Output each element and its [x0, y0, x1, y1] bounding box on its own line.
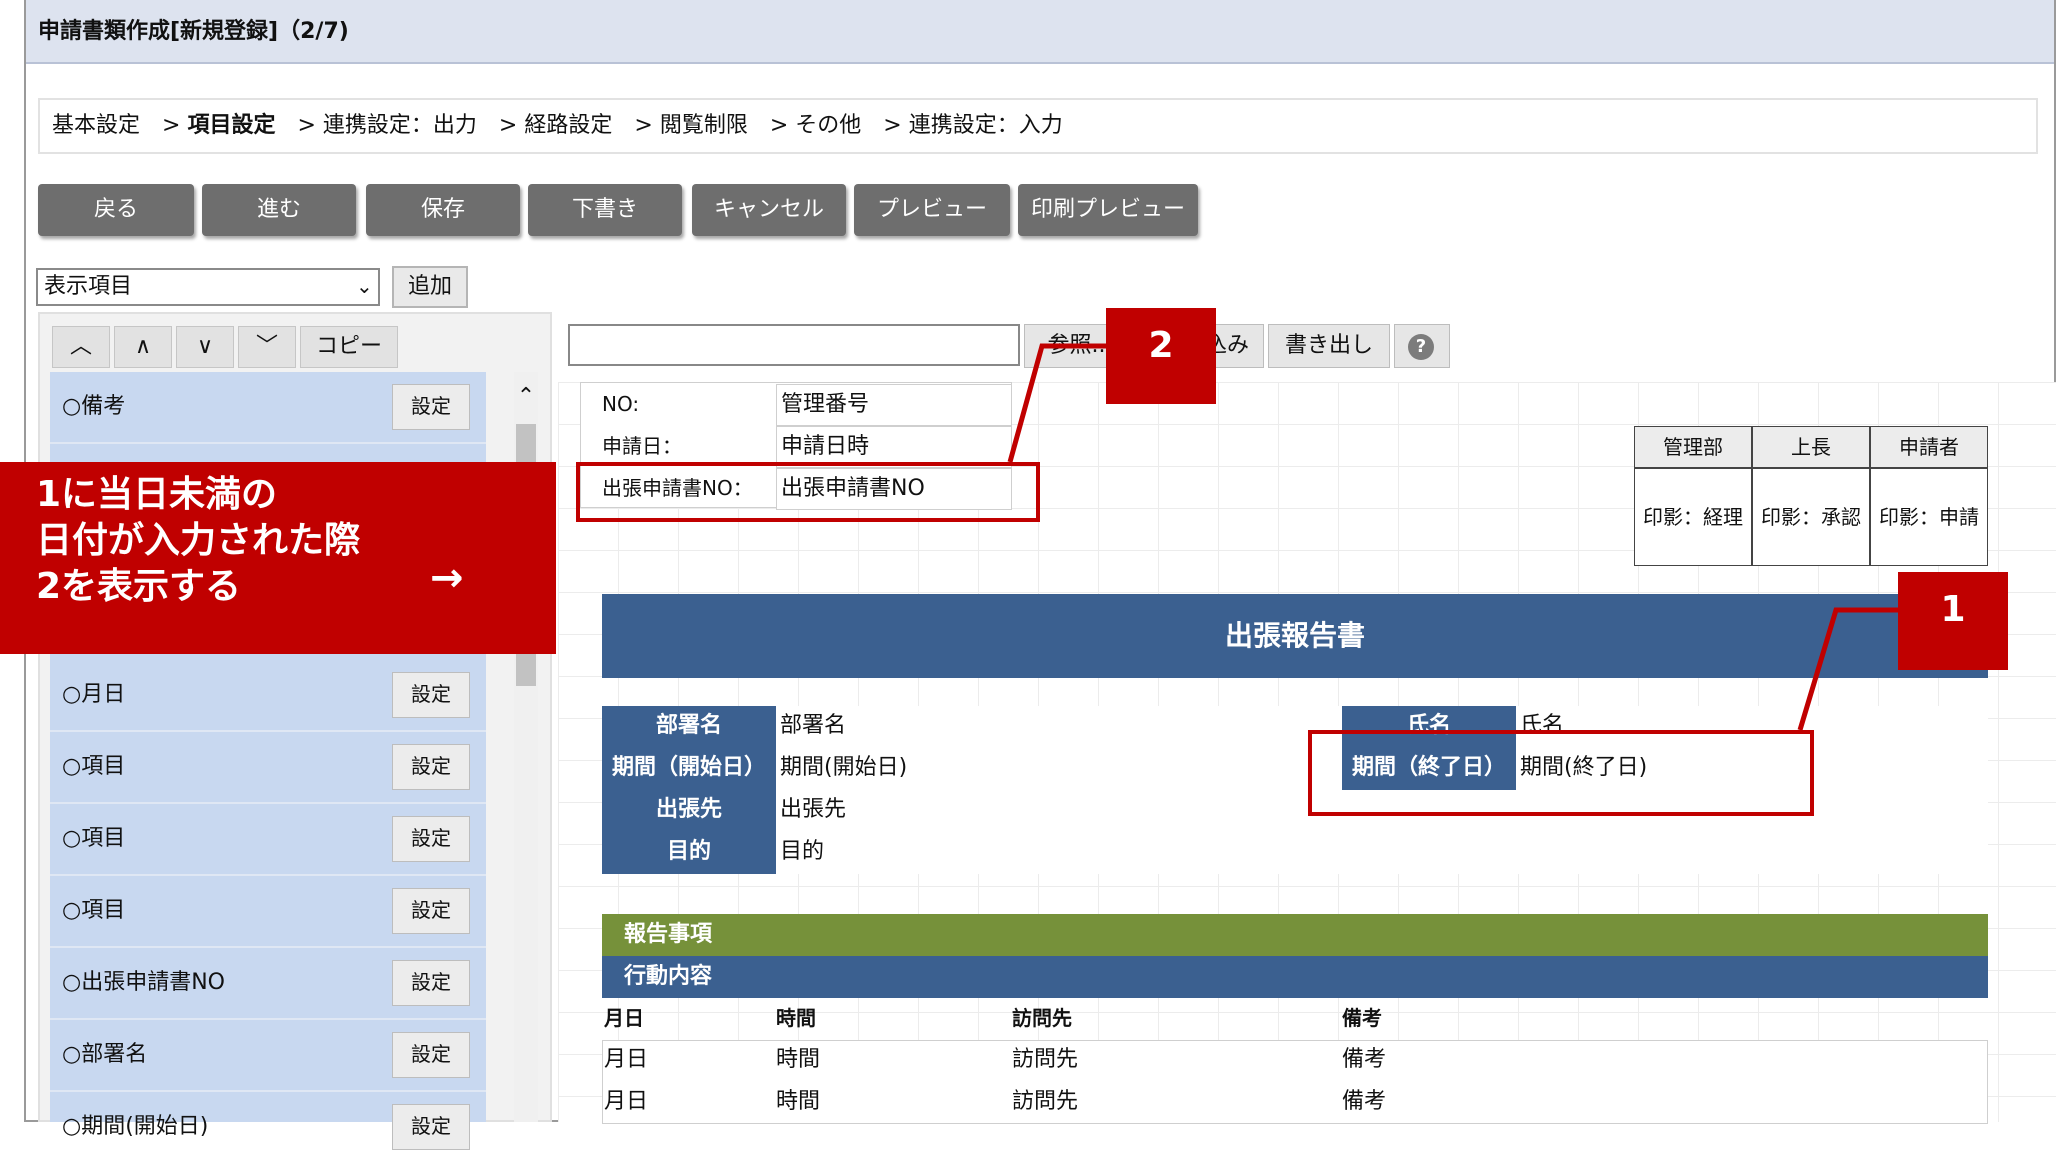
table-cell[interactable]: 時間 [776, 1040, 1012, 1082]
save-button[interactable]: 保存 [366, 184, 520, 236]
print-preview-button[interactable]: 印刷プレビュー [1018, 184, 1198, 236]
settings-button[interactable]: 設定 [392, 672, 470, 718]
breadcrumb-separator: > [297, 113, 316, 138]
breadcrumb-separator: > [769, 113, 789, 138]
list-item[interactable]: ○項目 設定 [50, 876, 486, 948]
cancel-button[interactable]: キャンセル [692, 184, 846, 236]
field-value-no[interactable]: 管理番号 [776, 384, 1012, 426]
table-cell[interactable]: 備考 [1342, 1040, 1988, 1082]
list-item-label: ○備考 [62, 394, 126, 419]
table-cell[interactable]: 時間 [776, 1082, 1012, 1124]
double-chevron-up-icon: ︿ [69, 334, 92, 359]
settings-button[interactable]: 設定 [392, 1032, 470, 1078]
list-item[interactable]: ○部署名 設定 [50, 1020, 486, 1092]
list-item-label: ○項目 [62, 898, 126, 923]
callout-line: 日付が入力された際 [36, 520, 361, 561]
settings-button[interactable]: 設定 [392, 888, 470, 934]
breadcrumb-step-access[interactable]: 閲覧制限 [660, 113, 748, 138]
field-label-start-date: 期間（開始日） [602, 748, 776, 790]
stamp-header-admin: 管理部 [1634, 426, 1752, 468]
table-cell[interactable]: 訪問先 [1012, 1082, 1342, 1124]
move-top-button[interactable]: ︿ [52, 326, 110, 368]
annotation-callout: 1に当日未満の 日付が入力された際 2を表示する [0, 462, 556, 654]
stamp-header-boss: 上長 [1752, 426, 1870, 468]
move-down-button[interactable]: ∨ [176, 326, 234, 368]
table-cell[interactable]: 月日 [604, 1040, 776, 1082]
activity-section-band: 行動内容 [602, 956, 1988, 998]
breadcrumb-step-other[interactable]: その他 [795, 113, 861, 138]
add-button[interactable]: 追加 [392, 266, 468, 308]
badge-1: 1 [1898, 572, 2008, 670]
callout-line: 2を表示する [36, 566, 242, 607]
copy-button[interactable]: コピー [300, 326, 398, 368]
breadcrumb-separator: > [498, 113, 518, 138]
report-section-band: 報告事項 [602, 914, 1988, 956]
breadcrumb-step-link-output[interactable]: 連携設定：出力 [323, 113, 477, 138]
breadcrumb-separator: > [883, 113, 902, 138]
next-button[interactable]: 進む [202, 184, 356, 236]
list-item[interactable]: ○備考 設定 [50, 372, 486, 444]
stamp-admin[interactable]: 印影：経理 [1634, 468, 1752, 566]
field-label-no: NO: [602, 392, 640, 416]
callout-line: 1に当日未満の [36, 474, 278, 515]
stamp-applicant[interactable]: 印影：申請 [1870, 468, 1988, 566]
back-button[interactable]: 戻る [38, 184, 194, 236]
settings-button[interactable]: 設定 [392, 744, 470, 790]
field-value-start-date[interactable]: 期間(開始日) [776, 748, 1342, 790]
list-item-label: ○部署名 [62, 1042, 148, 1067]
form-title: 出張報告書 [602, 594, 1988, 678]
scroll-up-icon[interactable]: ⌃ [514, 384, 538, 409]
help-icon: ? [1408, 334, 1434, 360]
move-up-button[interactable]: ∧ [114, 326, 172, 368]
annotation-box-2 [576, 462, 1040, 522]
list-item[interactable]: ○出張申請書NO 設定 [50, 948, 486, 1020]
list-item-label: ○期間(開始日) [62, 1114, 209, 1139]
preview-button[interactable]: プレビュー [854, 184, 1010, 236]
breadcrumb-step-items[interactable]: 項目設定 [187, 113, 275, 138]
settings-button[interactable]: 設定 [392, 1104, 470, 1150]
field-label-dept: 部署名 [602, 706, 776, 748]
settings-button[interactable]: 設定 [392, 960, 470, 1006]
list-item-label: ○項目 [62, 826, 126, 851]
list-item-label: ○出張申請書NO [62, 970, 225, 995]
column-header-date: 月日 [604, 1006, 644, 1030]
column-header-note: 備考 [1342, 1006, 1382, 1030]
list-item-label: ○月日 [62, 682, 126, 707]
list-item[interactable]: ○項目 設定 [50, 804, 486, 876]
table-cell[interactable]: 月日 [604, 1082, 776, 1124]
arrow-right-icon: → [430, 555, 464, 601]
stamp-header-applicant: 申請者 [1870, 426, 1988, 468]
table-cell[interactable]: 訪問先 [1012, 1040, 1342, 1082]
field-label-destination: 出張先 [602, 790, 776, 832]
breadcrumb-step-link-input[interactable]: 連携設定：入力 [909, 113, 1063, 138]
list-item[interactable]: ○項目 設定 [50, 732, 486, 804]
breadcrumb-separator: > [634, 113, 653, 138]
settings-button[interactable]: 設定 [392, 384, 470, 430]
breadcrumb-separator: > [162, 113, 181, 138]
window-title: 申請書類作成[新規登録]（2/7) [26, 0, 2054, 64]
file-path-input[interactable] [568, 324, 1020, 366]
field-value-dept[interactable]: 部署名 [776, 706, 1342, 748]
list-item[interactable]: ○月日 設定 [50, 660, 486, 732]
double-chevron-down-icon: ﹀ [255, 334, 278, 359]
table-cell[interactable]: 備考 [1342, 1082, 1988, 1124]
badge-2: 2 [1106, 308, 1216, 404]
field-label-purpose: 目的 [602, 832, 776, 874]
annotation-box-1 [1308, 730, 1814, 816]
move-bottom-button[interactable]: ﹀ [238, 326, 296, 368]
draft-button[interactable]: 下書き [528, 184, 682, 236]
chevron-down-icon: ⌄ [356, 274, 373, 298]
list-item[interactable]: ○期間(開始日) 設定 [50, 1092, 486, 1164]
field-value-purpose[interactable]: 目的 [776, 832, 1988, 874]
column-header-visit: 訪問先 [1012, 1006, 1072, 1030]
export-button[interactable]: 書き出し [1268, 324, 1390, 368]
column-header-time: 時間 [776, 1006, 816, 1030]
breadcrumb-step-route[interactable]: 経路設定 [524, 113, 612, 138]
breadcrumb-step-basic[interactable]: 基本設定 [52, 113, 140, 138]
breadcrumb: 基本設定 > 項目設定 > 連携設定：出力 > 経路設定 > 閲覧制限 > その他 > 連携… [38, 98, 2038, 154]
list-item-label: ○項目 [62, 754, 126, 779]
stamp-boss[interactable]: 印影：承認 [1752, 468, 1870, 566]
settings-button[interactable]: 設定 [392, 816, 470, 862]
item-type-select[interactable]: 表示項目 [36, 268, 380, 306]
